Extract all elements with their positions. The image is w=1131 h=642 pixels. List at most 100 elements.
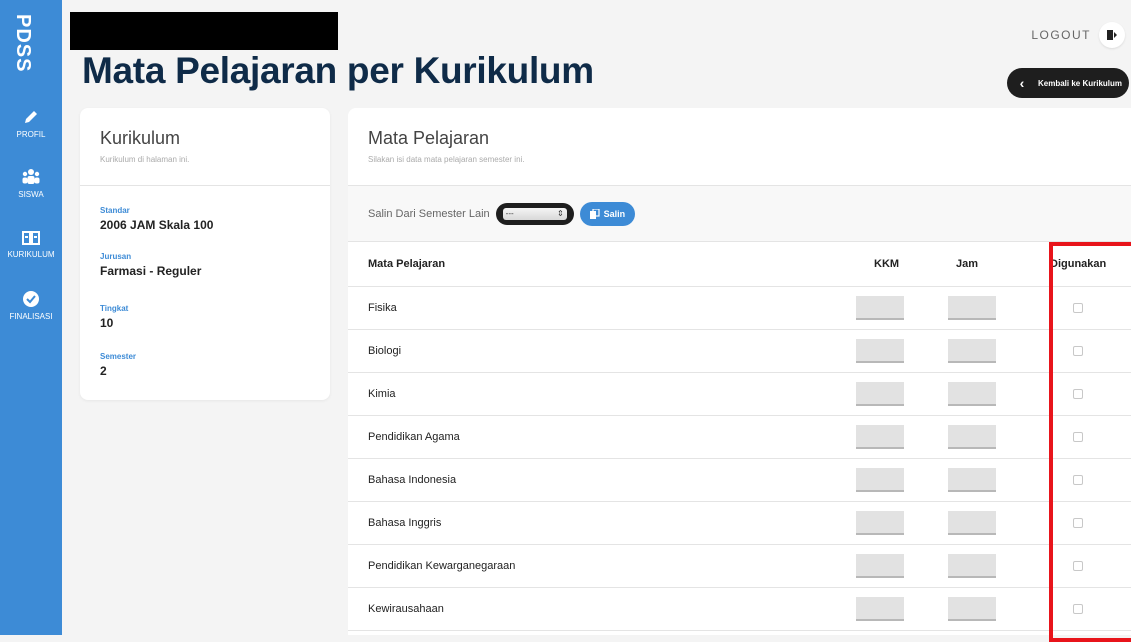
col-header-jam: Jam <box>948 242 1040 287</box>
sidebar-item-siswa[interactable]: SISWA <box>0 168 62 199</box>
jam-input[interactable] <box>948 553 996 578</box>
jam-input[interactable] <box>948 596 996 621</box>
subject-name: Kimia <box>348 372 856 416</box>
table-row: Pendidikan Kewarganegaraan <box>348 544 1131 588</box>
users-icon <box>22 169 40 184</box>
jam-input[interactable] <box>948 424 996 449</box>
jam-cell <box>948 329 1040 373</box>
table-row: Bahasa Inggris <box>348 501 1131 545</box>
digunakan-checkbox[interactable] <box>1072 474 1083 485</box>
use-cell <box>1040 286 1131 330</box>
jam-input[interactable] <box>948 381 996 406</box>
kkm-cell <box>856 415 948 459</box>
digunakan-checkbox[interactable] <box>1072 345 1083 356</box>
use-cell <box>1040 501 1131 545</box>
kkm-input[interactable] <box>856 381 904 406</box>
table-header-row: Mata Pelajaran KKM Jam Digunakan <box>348 242 1131 287</box>
salin-button[interactable]: Salin <box>579 201 636 226</box>
jam-cell <box>948 544 1040 588</box>
sidebar-item-label: KURIKULUM <box>7 250 55 259</box>
digunakan-checkbox[interactable] <box>1072 388 1083 399</box>
mapel-card-title: Mata Pelajaran <box>368 128 490 148</box>
sidebar-item-profil[interactable]: PROFIL <box>0 108 62 139</box>
logout-button[interactable]: LOGOUT <box>1031 22 1125 48</box>
jam-input[interactable] <box>948 510 996 535</box>
pencil-icon <box>25 111 37 123</box>
field-value: 10 <box>100 316 114 330</box>
kurikulum-card-header: Kurikulum Kurikulum di halaman ini. <box>80 108 330 186</box>
field-key: Semester <box>100 352 137 361</box>
field-value: 2006 JAM Skala 100 <box>100 218 214 232</box>
salin-button-label: Salin <box>603 208 626 219</box>
copy-icon <box>589 208 600 219</box>
field-key: Tingkat <box>100 304 129 313</box>
kkm-input[interactable] <box>856 510 904 535</box>
field-semester: Semester 2 <box>100 352 136 378</box>
sidebar-item-finalisasi[interactable]: FINALISASI <box>0 290 62 321</box>
jam-cell <box>948 415 1040 459</box>
col-header-mata-pelajaran: Mata Pelajaran <box>348 242 856 287</box>
back-button-label: Kembali ke Kurikulum <box>1037 78 1123 88</box>
book-icon <box>22 231 40 245</box>
subject-name: Bahasa Indonesia <box>348 458 856 502</box>
field-value: Farmasi - Reguler <box>100 264 202 278</box>
jam-cell <box>948 458 1040 502</box>
kkm-input[interactable] <box>856 424 904 449</box>
subject-name: Bahasa Inggris <box>348 501 856 545</box>
digunakan-checkbox[interactable] <box>1072 603 1083 614</box>
kkm-input[interactable] <box>856 553 904 578</box>
table-row: Bahasa Indonesia <box>348 458 1131 502</box>
col-header-digunakan: Digunakan <box>1040 242 1131 287</box>
mapel-table: Mata Pelajaran KKM Jam Digunakan Fisika … <box>348 242 1131 631</box>
jam-input[interactable] <box>948 338 996 363</box>
use-cell <box>1040 544 1131 588</box>
digunakan-checkbox[interactable] <box>1072 431 1083 442</box>
subject-name: Fisika <box>348 286 856 330</box>
subject-name: Kewirausahaan <box>348 587 856 631</box>
semester-select[interactable]: --- ⇕ <box>495 202 574 225</box>
table-row: Fisika <box>348 286 1131 330</box>
field-jurusan: Jurusan Farmasi - Reguler <box>100 252 201 278</box>
field-tingkat: Tingkat 10 <box>100 304 128 330</box>
field-value: 2 <box>100 364 107 378</box>
jam-cell <box>948 587 1040 631</box>
sidebar-item-kurikulum[interactable]: KURIKULUM <box>0 230 62 259</box>
use-cell <box>1040 587 1131 631</box>
jam-input[interactable] <box>948 467 996 492</box>
digunakan-checkbox[interactable] <box>1072 302 1083 313</box>
subject-name: Biologi <box>348 329 856 373</box>
select-arrows-icon: ⇕ <box>556 209 564 218</box>
kkm-input[interactable] <box>856 467 904 492</box>
sidebar-item-label: FINALISASI <box>9 312 53 321</box>
kkm-input[interactable] <box>856 295 904 320</box>
main-content: Mata Pelajaran per Kurikulum LOGOUT ‹ Ke… <box>62 0 1131 642</box>
kurikulum-card-subtitle: Kurikulum di halaman ini. <box>100 155 190 164</box>
jam-input[interactable] <box>948 295 996 320</box>
sidebar: PDSS PROFIL SISWA KURIKULUM FINALISASI <box>0 0 62 635</box>
digunakan-checkbox[interactable] <box>1072 517 1083 528</box>
field-key: Jurusan <box>100 252 132 261</box>
use-cell <box>1040 372 1131 416</box>
sidebar-item-label: SISWA <box>18 190 44 199</box>
table-row: Pendidikan Agama <box>348 415 1131 459</box>
sidebar-item-label: PROFIL <box>16 130 46 139</box>
use-cell <box>1040 415 1131 459</box>
back-to-kurikulum-button[interactable]: ‹ Kembali ke Kurikulum <box>1007 68 1129 98</box>
digunakan-checkbox[interactable] <box>1072 560 1083 571</box>
semester-select-value: --- <box>505 209 514 218</box>
kkm-cell <box>856 501 948 545</box>
kkm-input[interactable] <box>856 338 904 363</box>
table-row: Kimia <box>348 372 1131 416</box>
kkm-cell <box>856 458 948 502</box>
jam-cell <box>948 501 1040 545</box>
subject-name: Pendidikan Kewarganegaraan <box>348 544 856 588</box>
mapel-card-header: Mata Pelajaran Silakan isi data mata pel… <box>348 108 1131 186</box>
use-cell <box>1040 329 1131 373</box>
page-title: Mata Pelajaran per Kurikulum <box>82 50 594 91</box>
copy-from-semester-row: Salin Dari Semester Lain --- ⇕ Salin <box>348 186 1131 242</box>
field-standar: Standar 2006 JAM Skala 100 <box>100 206 213 232</box>
col-header-kkm: KKM <box>856 242 948 287</box>
brand-logo[interactable]: PDSS <box>12 14 34 72</box>
kkm-input[interactable] <box>856 596 904 621</box>
jam-cell <box>948 286 1040 330</box>
